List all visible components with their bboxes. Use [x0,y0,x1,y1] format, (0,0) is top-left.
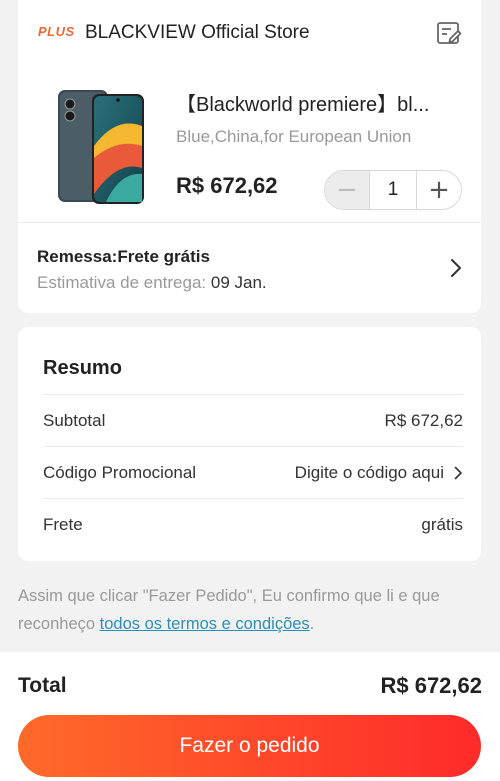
subtotal-row: Subtotal R$ 672,62 [43,394,463,446]
product-title[interactable]: 【Blackworld premiere】bl... [176,88,476,117]
product-price: R$ 672,62 [176,173,278,198]
chevron-right-icon[interactable] [448,258,464,278]
delivery-estimate: Estimativa de entrega: 09 Jan. [37,273,267,293]
total-label: Total [18,674,67,697]
product-image[interactable] [56,86,146,206]
increase-quantity-button[interactable]: + [417,171,461,209]
store-name[interactable]: BLACKVIEW Official Store [85,22,310,44]
quantity-value[interactable]: 1 [369,171,417,209]
promo-code-label: Código Promocional [43,462,197,482]
product-variant[interactable]: Blue,China,for European Union [176,127,411,147]
delivery-estimate-label: Estimativa de entrega: [37,273,207,292]
shipping-row[interactable]: Remessa:Frete grátis Estimativa de entre… [18,223,481,313]
terms-link[interactable]: todos os termos e condições [100,615,310,633]
delivery-date: 09 Jan. [210,273,267,292]
subtotal-value: R$ 672,62 [384,410,463,430]
place-order-button[interactable]: Fazer o pedido [18,715,481,777]
store-card: PLUS BLACKVIEW Official Store 【Blackworl… [18,0,481,313]
promo-code-value[interactable]: Digite o código aqui [295,463,463,483]
total-value: R$ 672,62 [380,673,482,698]
terms-notice: Assim que clicar "Fazer Pedido", Eu conf… [18,582,478,638]
shipping-fee-value: grátis [421,514,463,534]
summary-title: Resumo [43,357,122,379]
shipping-title: Remessa:Frete grátis [37,247,210,266]
summary-card: Resumo Subtotal R$ 672,62 Código Promoci… [18,327,481,561]
promo-code-row[interactable]: Código Promocional Digite o código aqui [43,446,463,498]
checkout-bar: Total R$ 672,62 Fazer o pedido [0,652,500,781]
decrease-quantity-button[interactable]: − [325,171,369,209]
chevron-right-icon [454,466,462,479]
promo-code-placeholder[interactable]: Digite o código aqui [295,463,444,483]
plus-badge: PLUS [38,24,75,39]
subtotal-label: Subtotal [43,410,106,430]
shipping-fee-label: Frete [43,514,83,534]
shipping-fee-row: Frete grátis [43,498,463,550]
edit-note-icon[interactable] [436,20,462,46]
terms-end: . [309,615,315,633]
store-header: PLUS BLACKVIEW Official Store [18,0,481,68]
quantity-stepper: − 1 + [324,170,462,210]
